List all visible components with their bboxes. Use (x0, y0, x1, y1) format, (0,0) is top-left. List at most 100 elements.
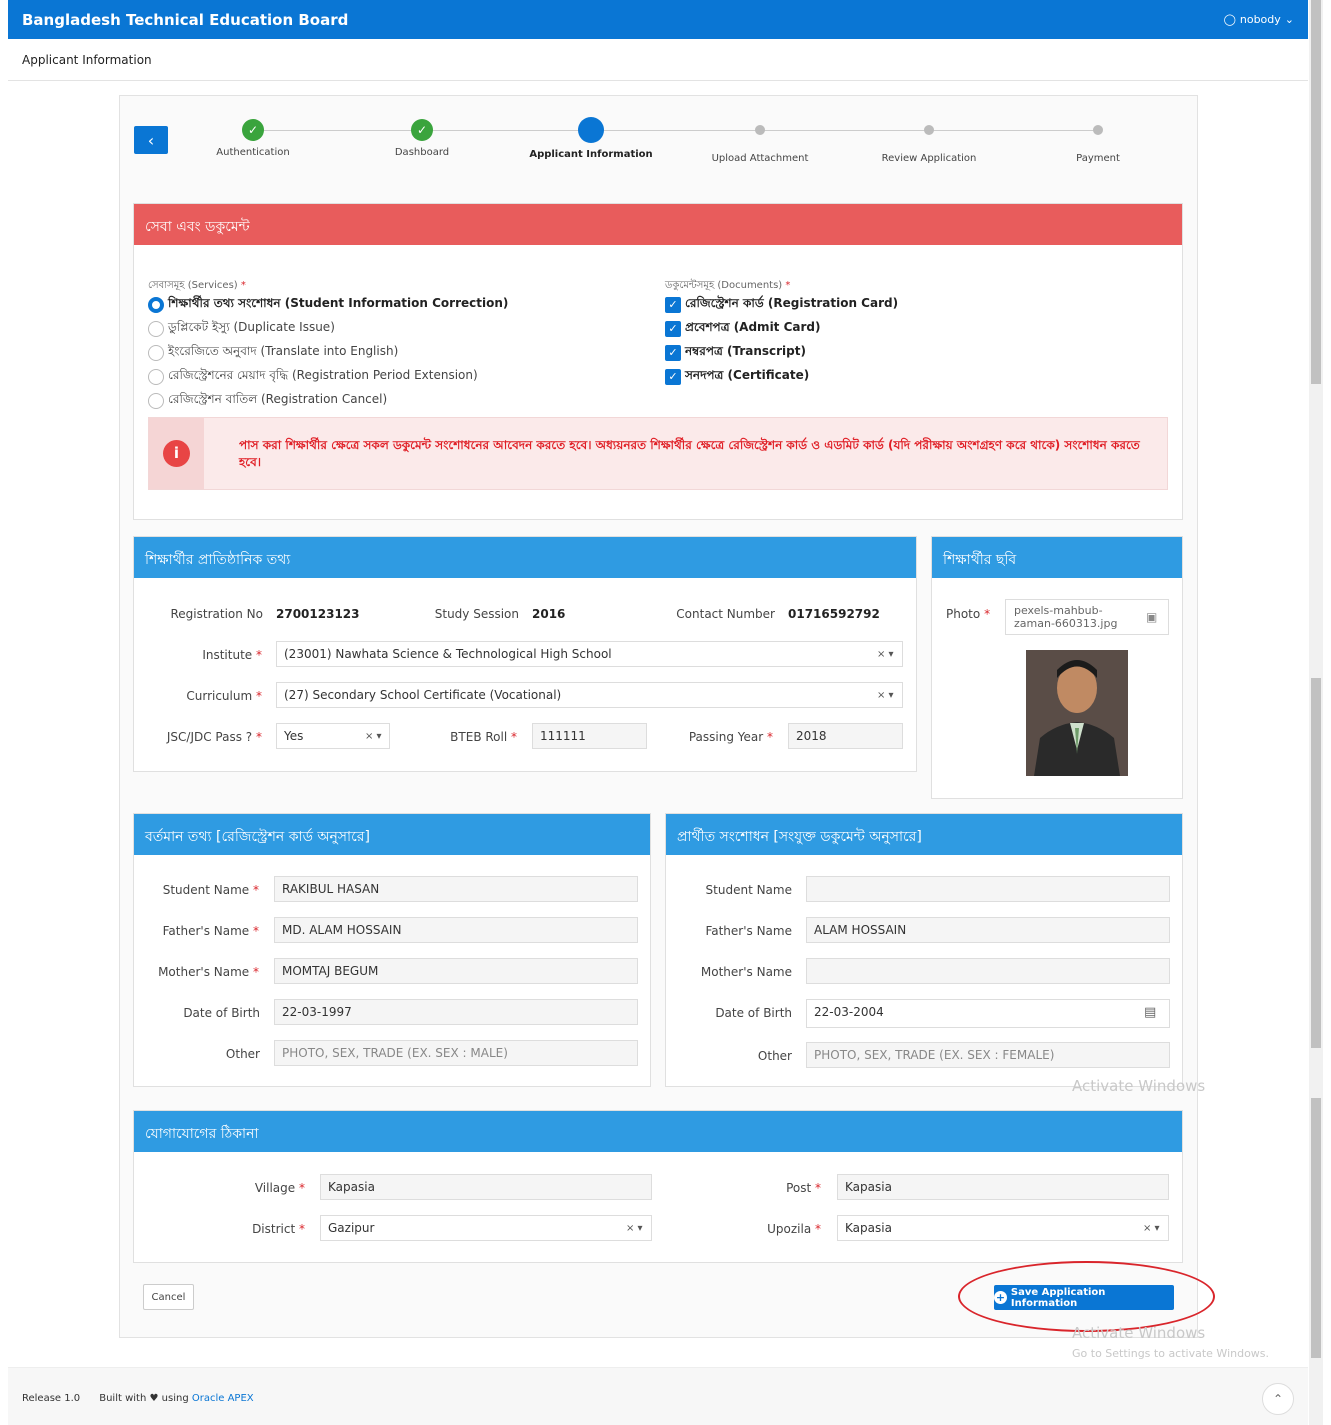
document-checkbox-2[interactable]: ✓ নম্বরপত্র (Transcript) (665, 343, 806, 363)
clear-jsc-icon[interactable]: × ▾ (365, 731, 382, 742)
current-info-panel: বর্তমান তথ্য [রেজিস্ট্রেশন কার্ড অনুসারে… (133, 813, 651, 1087)
info-alert: i পাস করা শিক্ষার্থীর ক্ষেত্রে সকল ডকুমে… (148, 417, 1168, 490)
new-mother-name-input[interactable] (806, 958, 1170, 984)
study-session-value: 2016 (532, 607, 566, 621)
passing-year-input[interactable]: 2018 (788, 723, 903, 749)
requested-correction-panel: প্রার্থীত সংশোধন [সংযুক্ত ডকুমেন্ট অনুসা… (665, 813, 1183, 1087)
current-student-name-input[interactable]: RAKIBUL HASAN (274, 876, 638, 902)
chevron-down-icon: ⌄ (1284, 13, 1294, 26)
current-dob-input[interactable]: 22-03-1997 (274, 999, 638, 1025)
address-panel: যোগাযোগের ঠিকানা Village * Kapasia Post … (133, 1110, 1183, 1263)
calendar-icon[interactable]: ▤ (1144, 1005, 1156, 1020)
clear-district-icon[interactable]: × ▾ (626, 1223, 643, 1234)
curriculum-select[interactable]: (27) Secondary School Certificate (Vocat… (276, 682, 903, 708)
new-father-name-label: Father's Name (705, 924, 792, 938)
check-icon: ✓ (665, 369, 681, 385)
document-checkbox-3[interactable]: ✓ সনদপত্র (Certificate) (665, 367, 809, 387)
current-info-title: বর্তমান তথ্য [রেজিস্ট্রেশন কার্ড অনুসারে… (134, 814, 650, 855)
service-option-3[interactable]: রেজিস্ট্রেশনের মেয়াদ বৃদ্ধি (Registrati… (148, 367, 478, 387)
bteb-roll-input[interactable]: 111111 (532, 723, 647, 749)
release-label: Release 1.0 (22, 1393, 81, 1404)
person-silhouette-icon (1026, 650, 1128, 776)
new-dob-label: Date of Birth (715, 1006, 792, 1020)
alert-message: পাস করা শিক্ষার্থীর ক্ষেত্রে সকল ডকুমেন্… (239, 438, 1140, 469)
passing-year-label: Passing Year (688, 730, 764, 744)
wizard-progress: ✓ Authentication ✓ Dashboard Applicant I… (168, 114, 1183, 174)
clear-institute-icon[interactable]: × ▾ (877, 649, 894, 660)
registration-no-value: 2700123123 (276, 607, 360, 621)
activation-watermark-sub: Go to Settings to activate Windows. (1072, 1347, 1270, 1360)
photo-label: Photo (946, 607, 981, 621)
upozila-select[interactable]: Kapasia (837, 1215, 1169, 1241)
village-input[interactable]: Kapasia (320, 1174, 652, 1200)
village-label: Village (254, 1181, 296, 1195)
step-payment: Payment (1023, 114, 1173, 164)
bteb-roll-label: BTEB Roll (450, 730, 508, 744)
app-title: Bangladesh Technical Education Board (22, 10, 349, 29)
highlight-ellipse (958, 1261, 1215, 1332)
photo-panel-title: শিক্ষার্থীর ছবি (932, 537, 1182, 578)
step-applicant-information: Applicant Information (516, 114, 666, 160)
page-title: Applicant Information (8, 39, 1308, 81)
district-select[interactable]: Gazipur (320, 1215, 652, 1241)
top-bar: Bangladesh Technical Education Board ◯ n… (8, 0, 1308, 39)
student-photo (1026, 650, 1128, 776)
activation-watermark-top: Activate Windows (1072, 1077, 1206, 1095)
current-other-input[interactable]: PHOTO, SEX, TRADE (EX. SEX : MALE) (274, 1040, 638, 1066)
step-authentication: ✓ Authentication (178, 114, 328, 158)
services-panel: সেবা এবং ডকুমেন্ট সেবাসমূহ (Services) * … (133, 203, 1183, 520)
current-mother-name-input[interactable]: MOMTAJ BEGUM (274, 958, 638, 984)
contact-number-label: Contact Number (676, 607, 775, 621)
service-option-0[interactable]: শিক্ষার্থীর তথ্য সংশোধন (Student Informa… (148, 295, 508, 315)
check-icon: ✓ (665, 321, 681, 337)
academic-panel-title: শিক্ষার্থীর প্রাতিষ্ঠানিক তথ্য (134, 537, 916, 578)
document-checkbox-0[interactable]: ✓ রেজিস্ট্রেশন কার্ড (Registration Card) (665, 295, 898, 315)
requested-correction-title: প্রার্থীত সংশোধন [সংযুক্ত ডকুমেন্ট অনুসা… (666, 814, 1182, 855)
check-icon: ✓ (242, 119, 264, 141)
document-checkbox-1[interactable]: ✓ প্রবেশপত্র (Admit Card) (665, 319, 821, 339)
service-option-1[interactable]: ডুপ্লিকেট ইস্যু (Duplicate Issue) (148, 319, 335, 339)
user-name: nobody (1239, 13, 1281, 26)
using-text: using (161, 1393, 189, 1404)
service-option-2[interactable]: ইংরেজিতে অনুবাদ (Translate into English) (148, 343, 398, 363)
study-session-label: Study Session (434, 607, 519, 621)
institute-label: Institute (202, 648, 253, 662)
new-student-name-label: Student Name (705, 883, 792, 897)
camera-icon[interactable]: ▣ (1146, 610, 1157, 624)
current-father-name-label: Father's Name (162, 924, 250, 938)
current-father-name-input[interactable]: MD. ALAM HOSSAIN (274, 917, 638, 943)
page-scrollbar[interactable] (1309, 0, 1323, 1425)
new-other-label: Other (757, 1049, 792, 1063)
documents-label: ডকুমেন্টসমূহ (Documents) (665, 280, 783, 291)
academic-panel: শিক্ষার্থীর প্রাতিষ্ঠানিক তথ্য Registrat… (133, 536, 917, 772)
step-dashboard: ✓ Dashboard (347, 114, 497, 158)
institute-select[interactable]: (23001) Nawhata Science & Technological … (276, 641, 903, 667)
new-student-name-input[interactable] (806, 876, 1170, 902)
post-input[interactable]: Kapasia (837, 1174, 1169, 1200)
new-other-input[interactable]: PHOTO, SEX, TRADE (EX. SEX : FEMALE) (806, 1042, 1170, 1068)
current-student-name-label: Student Name (162, 883, 250, 897)
back-button[interactable]: ‹ (134, 126, 168, 154)
cancel-button[interactable]: Cancel (143, 1284, 194, 1310)
user-menu[interactable]: ◯ nobody ⌄ (1224, 13, 1294, 26)
check-icon: ✓ (665, 345, 681, 361)
oracle-apex-link[interactable]: Oracle APEX (192, 1393, 254, 1404)
contact-number-value: 01716592792 (788, 607, 880, 621)
curriculum-label: Curriculum (186, 689, 253, 703)
clear-curriculum-icon[interactable]: × ▾ (877, 690, 894, 701)
clear-upozila-icon[interactable]: × ▾ (1143, 1223, 1160, 1234)
current-mother-name-label: Mother's Name (158, 965, 250, 979)
step-upload-attachment: Upload Attachment (685, 114, 835, 164)
new-dob-input[interactable]: 22-03-2004 (806, 999, 1170, 1028)
services-label: সেবাসমূহ (Services) (148, 280, 238, 291)
activation-watermark: Activate Windows (1072, 1324, 1206, 1342)
new-father-name-input[interactable]: ALAM HOSSAIN (806, 917, 1170, 943)
scroll-to-top-button[interactable]: ⌃ (1262, 1383, 1294, 1415)
user-icon: ◯ (1223, 13, 1236, 26)
post-label: Post (786, 1181, 812, 1195)
address-panel-title: যোগাযোগের ঠিকানা (134, 1111, 1182, 1152)
current-other-label: Other (225, 1047, 260, 1061)
check-icon: ✓ (665, 297, 681, 313)
service-option-4[interactable]: রেজিস্ট্রেশন বাতিল (Registration Cancel) (148, 391, 387, 411)
photo-file-input[interactable]: pexels-mahbub- zaman-660313.jpg (1005, 599, 1169, 635)
